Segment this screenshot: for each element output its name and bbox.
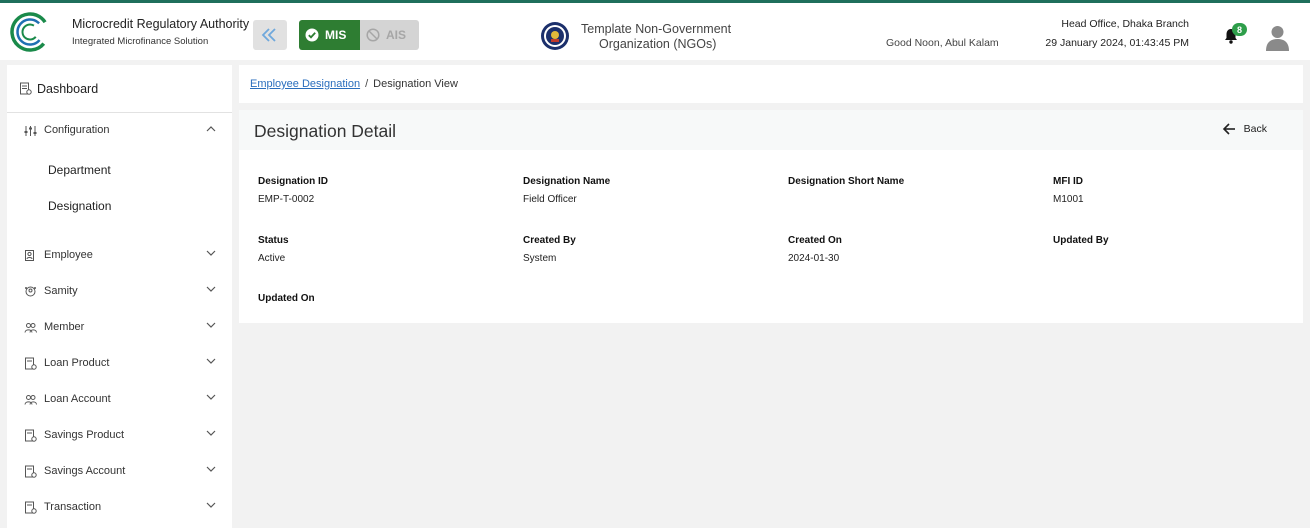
sliders-icon: [24, 125, 37, 136]
breadcrumb: Employee Designation / Designation View: [239, 65, 1303, 103]
sidebar-item-dashboard[interactable]: Dashboard: [7, 65, 232, 113]
ngo-name-line2: Organization (NGOs): [599, 37, 717, 51]
sidebar-item-savings-account[interactable]: Savings Account: [7, 456, 232, 486]
savings-account-icon: [25, 465, 37, 478]
blocked-icon: [366, 28, 380, 42]
mis-module-button[interactable]: MIS: [299, 20, 360, 50]
org-title: Microcredit Regulatory Authority: [72, 17, 250, 31]
sidebar-item-loan-product[interactable]: Loan Product: [7, 348, 232, 378]
sidebar-subitem-designation[interactable]: Designation: [48, 199, 111, 213]
branch-name: Head Office, Dhaka Branch: [1061, 18, 1189, 30]
sidebar-item-label: Transaction: [44, 501, 102, 513]
page-title: Designation Detail: [254, 121, 397, 141]
double-chevron-left-icon: [261, 28, 276, 42]
sidebar-item-label: Dashboard: [37, 81, 99, 96]
sidebar-collapse-button[interactable]: [253, 20, 287, 50]
sidebar-item-label: Configuration: [44, 124, 110, 136]
chevron-down-icon: [206, 286, 216, 292]
sidebar-item-label: Savings Account: [44, 465, 126, 477]
detail-panel-header: Designation Detail Back: [239, 110, 1303, 150]
samity-icon: [25, 286, 36, 296]
updated-by-label: Updated By: [1053, 235, 1109, 246]
user-avatar-icon[interactable]: [1264, 23, 1291, 51]
ngo-seal-icon: [541, 22, 569, 50]
notification-count-badge: 8: [1232, 23, 1247, 36]
savings-product-icon: [25, 429, 37, 442]
chevron-down-icon: [206, 250, 216, 256]
sidebar: Dashboard Configuration Department Desig…: [7, 65, 232, 528]
employee-icon: [25, 249, 34, 261]
arrow-left-icon: [1222, 123, 1235, 135]
sidebar-item-savings-product[interactable]: Savings Product: [7, 420, 232, 450]
dashboard-icon: [20, 82, 32, 95]
designation-id-label: Designation ID: [258, 176, 329, 187]
sidebar-item-member[interactable]: Member: [7, 312, 232, 342]
transaction-icon: [25, 501, 37, 514]
mra-logo-icon: [10, 12, 50, 52]
sidebar-item-loan-account[interactable]: Loan Account: [7, 384, 232, 414]
chevron-down-icon: [206, 322, 216, 328]
sidebar-item-label: Employee: [44, 249, 93, 261]
sidebar-item-samity[interactable]: Samity: [7, 276, 232, 306]
status-label: Status: [258, 235, 289, 246]
sidebar-subitem-department[interactable]: Department: [48, 163, 111, 177]
app-header: Microcredit Regulatory Authority Integra…: [0, 3, 1310, 60]
org-subtitle: Integrated Microfinance Solution: [72, 36, 209, 47]
designation-name-value: Field Officer: [523, 194, 577, 205]
loan-account-icon: [24, 394, 37, 405]
sidebar-item-label: Loan Account: [44, 393, 111, 405]
check-circle-icon: [305, 28, 319, 42]
ais-label: AIS: [386, 28, 407, 42]
breadcrumb-current: Designation View: [373, 78, 458, 90]
sidebar-item-employee[interactable]: Employee: [7, 240, 232, 270]
created-on-label: Created On: [788, 235, 842, 246]
member-icon: [24, 322, 37, 333]
designation-short-name-label: Designation Short Name: [788, 176, 905, 187]
chevron-down-icon: [206, 466, 216, 472]
breadcrumb-separator: /: [365, 78, 369, 90]
loan-product-icon: [25, 357, 37, 370]
mfi-id-value: M1001: [1053, 194, 1084, 205]
created-on-value: 2024-01-30: [788, 253, 840, 264]
sidebar-item-label: Savings Product: [44, 429, 125, 441]
chevron-down-icon: [206, 394, 216, 400]
updated-on-label: Updated On: [258, 293, 315, 304]
ais-module-button[interactable]: AIS: [360, 20, 419, 50]
sidebar-item-label: Loan Product: [44, 357, 110, 369]
sidebar-item-transaction[interactable]: Transaction: [7, 492, 232, 522]
created-by-label: Created By: [523, 235, 576, 246]
current-datetime: 29 January 2024, 01:43:45 PM: [1045, 37, 1189, 49]
breadcrumb-link-employee-designation[interactable]: Employee Designation: [250, 78, 360, 90]
chevron-up-icon: [206, 126, 216, 132]
status-value: Active: [258, 253, 286, 264]
sidebar-item-configuration[interactable]: Configuration: [7, 115, 232, 145]
chevron-down-icon: [206, 502, 216, 508]
created-by-value: System: [523, 253, 557, 264]
sidebar-item-label: Member: [44, 321, 85, 333]
chevron-down-icon: [206, 358, 216, 364]
designation-id-value: EMP-T-0002: [258, 194, 315, 205]
user-greeting: Good Noon, Abul Kalam: [886, 37, 999, 49]
detail-panel-body: Designation ID EMP-T-0002 Designation Na…: [239, 150, 1303, 323]
back-button[interactable]: Back: [1222, 123, 1267, 135]
mis-label: MIS: [325, 28, 347, 42]
chevron-down-icon: [206, 430, 216, 436]
sidebar-item-label: Samity: [44, 285, 78, 297]
mfi-id-label: MFI ID: [1053, 176, 1083, 187]
designation-name-label: Designation Name: [523, 176, 611, 187]
back-label: Back: [1243, 123, 1267, 135]
ngo-name-line1: Template Non-Government: [581, 22, 732, 36]
